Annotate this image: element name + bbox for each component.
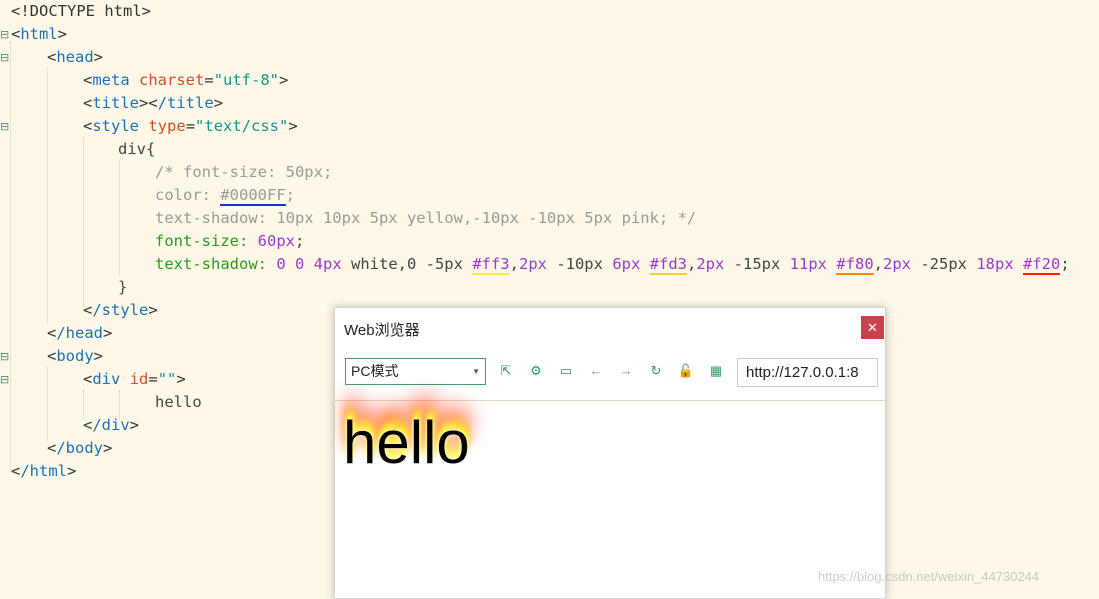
code-line-title: <title></title> xyxy=(83,94,224,112)
mode-select-value: PC模式 xyxy=(351,363,399,379)
fold-icon[interactable]: ⊟ xyxy=(0,121,9,132)
back-icon[interactable]: ← xyxy=(587,362,605,380)
indent-guide xyxy=(47,367,48,442)
fold-icon[interactable]: ⊟ xyxy=(0,52,9,63)
code-line-selector: div{ xyxy=(118,140,156,158)
browser-toolbar: PC模式 ▼ ⇱ ⚙ ▭ ← → ↻ 🔓 ▦ http://127.0.0.1:… xyxy=(335,348,885,401)
code-line-head-close: </head> xyxy=(47,324,113,342)
code-line-font-size: font-size: 60px; xyxy=(155,232,305,250)
indent-guide xyxy=(119,160,120,275)
code-line-meta: <meta charset="utf-8"> xyxy=(83,71,289,89)
console-icon[interactable]: ▭ xyxy=(557,362,575,380)
code-line-comment-3: text-shadow: 10px 10px 5px yellow,-10px … xyxy=(155,209,697,227)
watermark: https://blog.csdn.net/weixin_44730244 xyxy=(818,569,1040,584)
lock-icon[interactable]: 🔓 xyxy=(677,362,695,380)
indent-guide xyxy=(47,68,48,323)
web-browser-panel: Web浏览器 ✕ PC模式 ▼ ⇱ ⚙ ▭ ← → ↻ 🔓 ▦ http://1… xyxy=(334,307,886,599)
url-input[interactable]: http://127.0.0.1:8 xyxy=(737,358,878,387)
code-line-hello: hello xyxy=(155,393,202,411)
mode-select[interactable]: PC模式 ▼ xyxy=(345,358,486,385)
code-line-html-close: </html> xyxy=(11,462,77,480)
close-button[interactable]: ✕ xyxy=(861,316,884,339)
fold-icon[interactable]: ⊟ xyxy=(0,374,9,385)
browser-title: Web浏览器 xyxy=(344,322,420,339)
chevron-down-icon: ▼ xyxy=(472,367,480,376)
indent-guide xyxy=(10,42,11,472)
qr-code-icon[interactable]: ▦ xyxy=(707,362,725,380)
fold-icon[interactable]: ⊟ xyxy=(0,351,9,362)
code-line-body-close: </body> xyxy=(47,439,113,457)
forward-icon[interactable]: → xyxy=(617,362,635,380)
code-line-comment-1: /* font-size: 50px; xyxy=(155,163,333,181)
code-line-head-open: <head> xyxy=(47,48,104,66)
code-line-div-open: <div id=""> xyxy=(83,370,186,388)
open-external-icon[interactable]: ⇱ xyxy=(497,362,515,380)
code-line-style-close: </style> xyxy=(83,301,158,319)
fold-icon[interactable]: ⊟ xyxy=(0,29,9,40)
refresh-icon[interactable]: ↻ xyxy=(647,362,665,380)
settings-icon[interactable]: ⚙ xyxy=(527,362,545,380)
code-line-div-close: </div> xyxy=(83,416,140,434)
indent-guide xyxy=(83,137,84,307)
code-line-html-open: <html> xyxy=(11,25,68,43)
code-line-doctype: <!DOCTYPE html> xyxy=(11,2,151,20)
code-line-brace-close: } xyxy=(118,278,128,296)
browser-titlebar[interactable]: Web浏览器 ✕ xyxy=(335,308,885,348)
code-line-body-open: <body> xyxy=(47,347,104,365)
code-line-text-shadow: text-shadow: 0 0 4px white,0 -5px #ff3,2… xyxy=(155,255,1070,275)
code-line-style-open: <style type="text/css"> xyxy=(83,117,298,135)
browser-viewport: hello xyxy=(335,401,885,598)
code-line-comment-2: color: #0000FF; xyxy=(155,186,295,206)
hello-text: hello xyxy=(343,409,470,476)
